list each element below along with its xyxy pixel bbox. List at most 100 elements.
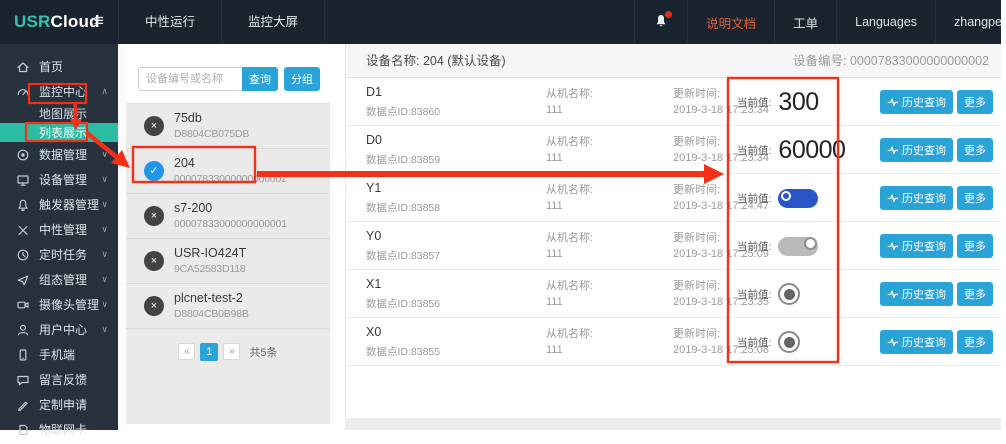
- update-time-label: 更新时间:: [673, 232, 721, 244]
- monitor-icon: [17, 174, 29, 186]
- more-button[interactable]: 更多: [957, 234, 993, 258]
- sidebar-item-device-mgmt[interactable]: 设备管理 ∨: [0, 167, 118, 192]
- datapoint-id: 数据点ID:83855: [366, 346, 441, 358]
- more-button[interactable]: 更多: [957, 138, 993, 162]
- language-menu[interactable]: Languages: [836, 0, 935, 44]
- radio-indicator[interactable]: [778, 331, 801, 353]
- sidebar-scrollbar[interactable]: [118, 44, 126, 430]
- sidebar-item-label: 摄像头管理: [39, 298, 100, 312]
- docs-link[interactable]: 说明文档: [687, 0, 774, 44]
- pulse-icon: [887, 242, 899, 251]
- toggle-knob: [781, 191, 792, 201]
- top-navbar: USRCloud ≡ 中性运行 监控大屏 说明文档 工单 Languages z…: [0, 0, 1001, 44]
- sidebar-item-config-mgmt[interactable]: 组态管理 ∨: [0, 267, 118, 292]
- radio-indicator[interactable]: [778, 283, 801, 305]
- sidebar-item-neutral-mgmt[interactable]: 中性管理 ∨: [0, 217, 118, 242]
- device-list-item[interactable]: × plcnet-test-2 D8804CB0B98B: [126, 284, 330, 329]
- chevron-down-icon: ∨: [101, 199, 108, 209]
- tab-neutral-run[interactable]: 中性运行: [118, 0, 223, 44]
- hamburger-menu-icon[interactable]: ≡: [94, 0, 104, 44]
- slave-name-value: 111: [546, 104, 563, 116]
- history-query-button[interactable]: 历史查询: [880, 186, 953, 210]
- device-list-item[interactable]: × USR-IO424T 9CA52583D118: [126, 239, 330, 284]
- device-name: plcnet-test-2: [174, 291, 243, 305]
- more-button[interactable]: 更多: [957, 186, 993, 210]
- toggle-switch-on[interactable]: [778, 188, 819, 208]
- sidebar-item-user-center[interactable]: 用户中心 ∨: [0, 317, 118, 342]
- current-value-label: 当前值:: [737, 336, 772, 349]
- sidebar-item-trigger-mgmt[interactable]: 触发器管理 ∨: [0, 192, 118, 217]
- datapoint-name: Y1: [366, 181, 382, 195]
- toggle-switch-off[interactable]: [778, 236, 819, 256]
- logo-cloud: Cloud: [50, 12, 100, 31]
- slave-name-label: 从机名称:: [546, 280, 594, 292]
- more-button[interactable]: 更多: [957, 282, 993, 306]
- pencil-icon: [18, 401, 28, 411]
- device-list-panel: 查询 分组 × 75db D8804CB075DB ✓ 204 00007833…: [126, 56, 330, 424]
- more-button[interactable]: 更多: [957, 330, 993, 354]
- current-value-label: 当前值:: [737, 96, 772, 109]
- sidebar-item-label: 数据管理: [39, 148, 88, 162]
- current-value-label: 当前值:: [737, 240, 772, 253]
- sidebar-subitem-map-view[interactable]: 地图展示: [0, 104, 118, 123]
- current-page-button[interactable]: 1: [200, 342, 219, 361]
- sidebar-item-custom-request[interactable]: 定制申请: [0, 392, 118, 417]
- chat-icon: [17, 375, 29, 385]
- history-query-button[interactable]: 历史查询: [880, 90, 953, 114]
- datapoint-id: 数据点ID:83860: [366, 106, 441, 118]
- device-name: USR-IO424T: [174, 246, 247, 260]
- device-search-input[interactable]: [138, 67, 242, 91]
- app-window: USRCloud ≡ 中性运行 监控大屏 说明文档 工单 Languages z…: [0, 0, 1006, 444]
- prev-page-button[interactable]: «: [178, 343, 196, 360]
- device-list-item[interactable]: × s7-200 00007833000000000001: [126, 194, 330, 239]
- target-icon: [17, 149, 29, 160]
- device-id: 9CA52583D118: [174, 263, 246, 275]
- history-query-button[interactable]: 历史查询: [880, 234, 953, 258]
- navbar-tabs: 中性运行 监控大屏: [118, 0, 326, 44]
- usr-cloud-logo: USRCloud: [14, 0, 100, 44]
- pulse-icon: [887, 290, 899, 299]
- device-list-item-selected[interactable]: ✓ 204 00007833000000000002: [126, 149, 330, 194]
- notification-bell-button[interactable]: [634, 0, 687, 44]
- device-offline-icon: ×: [144, 116, 164, 136]
- sidebar-item-scheduled-tasks[interactable]: 定时任务 ∨: [0, 242, 118, 267]
- current-value-number: 300: [778, 87, 819, 116]
- tab-monitor-screen[interactable]: 监控大屏: [222, 0, 326, 44]
- history-query-button[interactable]: 历史查询: [880, 138, 953, 162]
- sidebar-item-label: 物联网卡: [39, 423, 88, 437]
- datapoint-name: X0: [366, 325, 382, 339]
- chevron-down-icon: ∨: [101, 149, 108, 159]
- sidebar-item-label: 中性管理: [39, 223, 88, 237]
- sidebar-item-feedback[interactable]: 留言反馈: [0, 367, 118, 392]
- sidebar-item-label: 首页: [39, 60, 64, 74]
- sidebar-subitem-list-view[interactable]: 列表展示: [0, 123, 118, 142]
- device-offline-icon: ×: [144, 296, 164, 316]
- slave-name-value: 111: [546, 152, 563, 164]
- datapoint-id: 数据点ID:83858: [366, 202, 441, 214]
- history-query-button[interactable]: 历史查询: [880, 282, 953, 306]
- history-query-button[interactable]: 历史查询: [880, 330, 953, 354]
- user-menu[interactable]: zhangpeng12: [935, 0, 1001, 44]
- group-button[interactable]: 分组: [284, 67, 320, 91]
- current-value-label: 当前值:: [737, 192, 772, 205]
- next-page-button[interactable]: »: [223, 343, 241, 360]
- datapoint-row-d0: D0 数据点ID:83859 从机名称: 111 更新时间: 2019-3-18 1…: [346, 126, 1001, 174]
- sidebar-item-camera-mgmt[interactable]: 摄像头管理 ∨: [0, 292, 118, 317]
- sidebar-item-label: 用户中心: [39, 323, 88, 337]
- work-order-link[interactable]: 工单: [774, 0, 836, 44]
- sidebar-item-home[interactable]: 首页: [0, 54, 118, 79]
- more-button[interactable]: 更多: [957, 90, 993, 114]
- sidebar-item-data-mgmt[interactable]: 数据管理 ∨: [0, 142, 118, 167]
- query-button[interactable]: 查询: [242, 67, 278, 91]
- clock-icon: [17, 249, 29, 260]
- current-value-number: 60000: [778, 135, 846, 164]
- sidebar-item-monitor-center[interactable]: 监控中心 ∧: [0, 79, 118, 104]
- sidebar-item-mobile[interactable]: 手机端: [0, 342, 118, 367]
- datapoint-id: 数据点ID:83857: [366, 250, 441, 262]
- pulse-icon: [887, 146, 899, 155]
- sidebar-item-iot-card[interactable]: 物联网卡: [0, 417, 118, 442]
- device-list-item[interactable]: × 75db D8804CB075DB: [126, 104, 330, 149]
- device-offline-icon: ×: [144, 206, 164, 226]
- datapoint-name: Y0: [366, 229, 382, 243]
- slave-name-value: 111: [546, 344, 563, 356]
